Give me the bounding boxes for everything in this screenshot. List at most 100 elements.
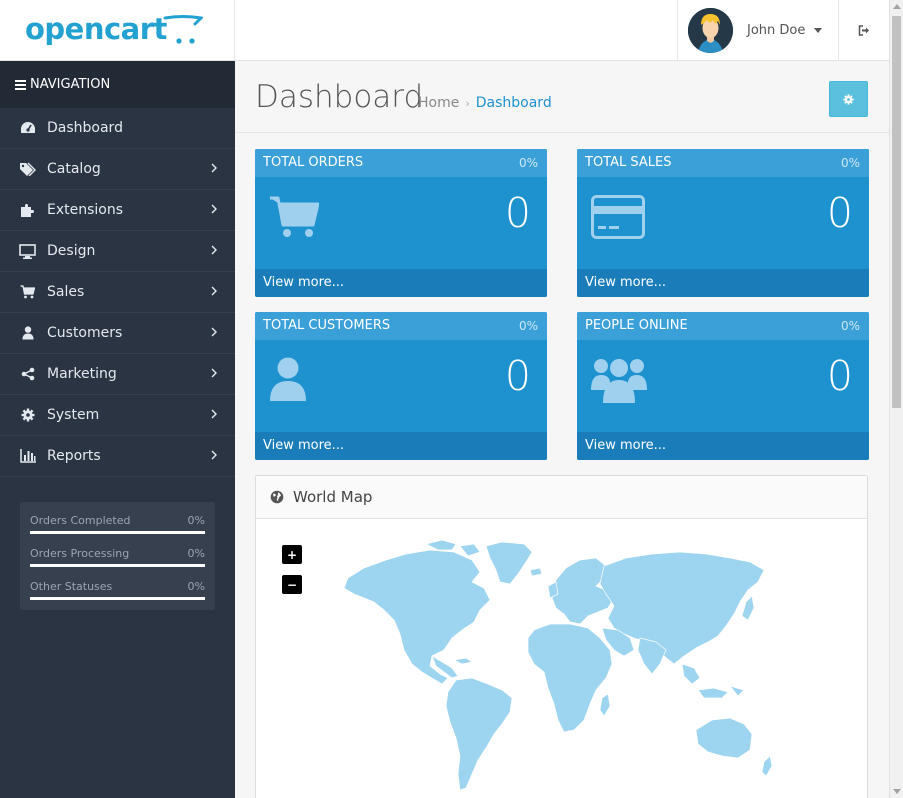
tile-percent: 0% — [840, 156, 860, 170]
map-region-south-america — [445, 677, 513, 791]
tile-view-more-link[interactable]: View more... — [255, 269, 547, 297]
breadcrumb-separator: › — [465, 97, 470, 110]
chevron-down-icon — [814, 27, 823, 33]
map-region-british-isles — [529, 567, 559, 599]
tile-value: 0 — [826, 352, 853, 400]
tile-title: TOTAL CUSTOMERS — [263, 318, 391, 333]
bar-chart-icon — [18, 448, 37, 464]
sidebar-item-marketing[interactable]: Marketing — [0, 354, 235, 395]
panel-title: World Map — [293, 488, 373, 506]
user-name: John Doe — [747, 22, 806, 38]
page-title: Dashboard — [255, 79, 424, 115]
chevron-right-icon — [211, 450, 217, 460]
tile-view-more-link[interactable]: View more... — [255, 432, 547, 460]
map-region-africa — [527, 623, 613, 733]
sidebar-item-system[interactable]: System — [0, 395, 235, 436]
sidebar-item-dashboard[interactable]: Dashboard — [0, 108, 235, 149]
settings-button[interactable] — [829, 81, 868, 117]
main-content: Dashboard Home › Dashboard TOTAL ORDERS 0%… — [235, 61, 889, 798]
tile-people-online: PEOPLE ONLINE 0% 0 View more... — [577, 312, 869, 460]
navigation-header: NAVIGATION — [0, 61, 235, 108]
zoom-out-button[interactable]: − — [282, 575, 302, 594]
zoom-in-button[interactable]: + — [282, 545, 302, 564]
scroll-down-icon[interactable] — [893, 789, 901, 794]
sign-out-icon — [858, 24, 869, 36]
chevron-right-icon — [211, 245, 217, 255]
tile-view-more-link[interactable]: View more... — [577, 269, 869, 297]
map-region-new-zealand — [761, 755, 773, 777]
share-icon — [18, 366, 37, 382]
tile-view-more-link[interactable]: View more... — [577, 432, 869, 460]
tags-icon — [18, 161, 37, 177]
shopping-cart-icon — [270, 196, 319, 237]
tile-title: TOTAL ORDERS — [263, 155, 364, 170]
tile-body: 0 — [577, 177, 869, 269]
page-scrollbar[interactable] — [889, 0, 903, 798]
map-region-north-america — [343, 549, 491, 685]
users-icon — [591, 359, 647, 403]
sidebar-item-customers[interactable]: Customers — [0, 313, 235, 354]
tile-percent: 0% — [518, 319, 538, 333]
world-map[interactable] — [334, 538, 794, 798]
stat-value: 0% — [187, 580, 205, 593]
sidebar-item-extensions[interactable]: Extensions — [0, 190, 235, 231]
globe-icon — [270, 490, 284, 504]
stat-label: Orders Processing — [30, 547, 130, 560]
chevron-right-icon — [211, 204, 217, 214]
progress-bar — [30, 531, 205, 534]
chevron-right-icon — [211, 163, 217, 173]
tile-value: 0 — [504, 352, 531, 400]
user-icon — [18, 325, 37, 341]
tile-header: TOTAL ORDERS 0% — [255, 149, 547, 177]
map-region-madagascar — [599, 693, 611, 717]
progress-bar — [30, 564, 205, 567]
scroll-thumb[interactable] — [892, 16, 901, 408]
map-region-greenland — [485, 541, 533, 585]
tile-body: 0 — [255, 177, 547, 269]
map-region-japan — [741, 595, 755, 621]
tile-value: 0 — [826, 189, 853, 237]
sidebar-item-label: Marketing — [47, 366, 117, 382]
tile-body: 0 — [255, 340, 547, 432]
dashboard-icon — [18, 120, 37, 136]
chevron-right-icon — [211, 327, 217, 337]
sidebar-item-sales[interactable]: Sales — [0, 272, 235, 313]
sidebar-item-label: Extensions — [47, 202, 124, 218]
order-status-summary: Orders Completed 0% Orders Processing 0%… — [20, 502, 215, 610]
logo-text: opencart — [25, 12, 167, 46]
user-menu[interactable]: John Doe — [677, 0, 838, 60]
logout-button[interactable] — [838, 0, 889, 60]
map-region-southeast-asia — [681, 663, 745, 699]
breadcrumb-home[interactable]: Home — [418, 95, 459, 111]
top-header: opencart John Doe — [0, 0, 889, 61]
chevron-right-icon — [211, 286, 217, 296]
breadcrumb-dashboard[interactable]: Dashboard — [476, 95, 552, 111]
sidebar-item-reports[interactable]: Reports — [0, 436, 235, 477]
monitor-icon — [18, 243, 37, 259]
sidebar-item-label: Dashboard — [47, 120, 123, 136]
tile-title: PEOPLE ONLINE — [585, 318, 688, 333]
tile-percent: 0% — [518, 156, 538, 170]
scroll-up-icon[interactable] — [893, 4, 901, 9]
menu-bars-icon — [15, 78, 26, 92]
sidebar-item-label: Customers — [47, 325, 123, 341]
logo[interactable]: opencart — [0, 0, 235, 60]
tile-header: PEOPLE ONLINE 0% — [577, 312, 869, 340]
tile-body: 0 — [577, 340, 869, 432]
sidebar-item-label: Reports — [47, 448, 101, 464]
sidebar-item-design[interactable]: Design — [0, 231, 235, 272]
stat-orders-completed: Orders Completed 0% — [30, 512, 205, 545]
stat-value: 0% — [187, 547, 205, 560]
sidebar-item-label: Design — [47, 243, 96, 259]
tile-value: 0 — [504, 189, 531, 237]
credit-card-icon — [591, 195, 645, 239]
sidebar-item-label: System — [47, 407, 100, 423]
breadcrumb: Home › Dashboard — [418, 95, 552, 111]
logo-cart-icon — [163, 15, 203, 44]
stat-other-statuses: Other Statuses 0% — [30, 578, 205, 611]
sidebar-item-catalog[interactable]: Catalog — [0, 149, 235, 190]
puzzle-icon — [18, 202, 37, 218]
sidebar-item-label: Sales — [47, 284, 85, 300]
sidebar: NAVIGATION Dashboard Catalog Extensions … — [0, 61, 235, 798]
sidebar-item-label: Catalog — [47, 161, 101, 177]
